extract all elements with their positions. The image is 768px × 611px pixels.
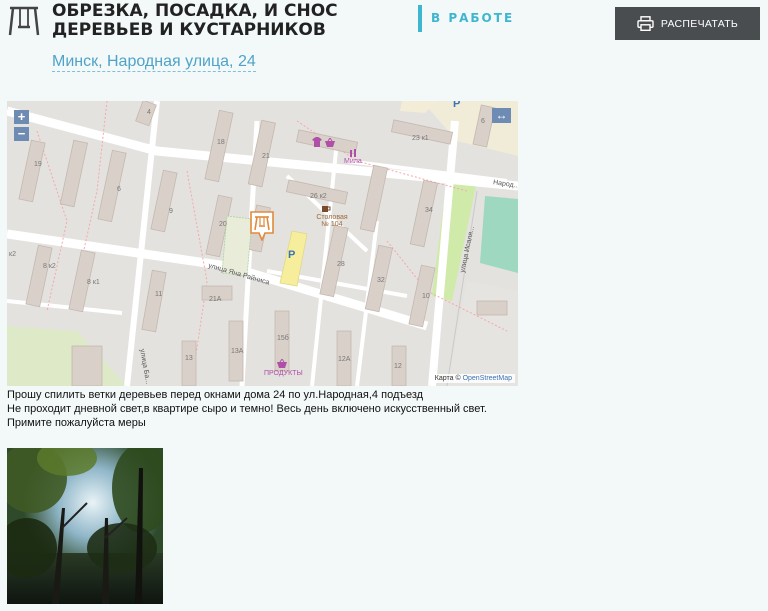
building-label: 28 xyxy=(337,261,345,268)
poi-label: ПРОДУКТЫ xyxy=(264,370,303,377)
expand-map-button[interactable]: ↔ xyxy=(492,108,511,123)
building-label: 13А xyxy=(231,348,244,355)
basket-icon xyxy=(277,359,287,368)
description-line: Не проходит дневной свет,в квартире сыро… xyxy=(7,403,487,429)
building-label: 8 к1 xyxy=(87,279,100,286)
page-title: Обрезка, посадка, и снос деревьев и куст… xyxy=(52,1,338,40)
description-line: Прошу спилить ветки деревьев перед окнам… xyxy=(7,389,424,401)
issue-description: Прошу спилить ветки деревьев перед окнам… xyxy=(7,388,527,430)
photo-thumbnail[interactable] xyxy=(7,448,163,604)
printer-icon xyxy=(637,16,654,31)
building-label: 21 xyxy=(262,153,270,160)
poi-label: Столовая № 104 xyxy=(316,214,348,228)
status-accent-bar xyxy=(418,5,422,32)
zoom-out-button[interactable]: − xyxy=(14,127,29,141)
print-button-label: РАСПЕЧАТАТЬ xyxy=(660,17,739,30)
basket-icon xyxy=(325,138,335,147)
building-label: 34 xyxy=(425,207,433,214)
building-label: 18 xyxy=(217,139,225,146)
parking-icon: P xyxy=(453,101,461,110)
building-label: 26 к2 xyxy=(310,193,327,200)
map-view[interactable]: 4 6 23 к1 19 18 21 26 к2 6 9 20 8 к2 8 к… xyxy=(7,101,518,386)
building-label: 10 xyxy=(422,293,430,300)
building-label: к2 xyxy=(9,251,16,258)
building-label: 21А xyxy=(209,296,222,303)
poi-label: Мила xyxy=(344,158,362,165)
building-label: 8 к2 xyxy=(43,263,56,270)
cosmetics-icon xyxy=(350,149,356,157)
building-label: 6 xyxy=(481,118,485,125)
building-label: 23 к1 xyxy=(412,135,429,142)
attribution-text: Карта © xyxy=(434,375,461,382)
swing-icon xyxy=(8,6,40,36)
building-label: 15б xyxy=(277,335,289,342)
status-badge: В работе xyxy=(431,11,515,25)
building-label: 13 xyxy=(185,355,193,362)
building-label: 9 xyxy=(169,208,173,215)
openstreetmap-link[interactable]: OpenStreetMap xyxy=(463,375,512,382)
address-link[interactable]: Минск, Народная улица, 24 xyxy=(52,52,256,72)
building-label: 6 xyxy=(117,186,121,193)
print-button[interactable]: РАСПЕЧАТАТЬ xyxy=(615,7,760,40)
zoom-in-button[interactable]: + xyxy=(14,110,29,124)
map-attribution: Карта © OpenStreetMap xyxy=(431,374,515,383)
building-label: 11 xyxy=(155,291,163,298)
building-label: 20 xyxy=(219,221,227,228)
map-tiles xyxy=(7,101,518,386)
parking-icon: P xyxy=(288,249,296,261)
building-label: 4 xyxy=(147,109,151,116)
cafe-icon xyxy=(322,206,331,212)
building-label: 12А xyxy=(338,356,351,363)
building-label: 12 xyxy=(394,363,402,370)
shirt-icon xyxy=(312,137,322,147)
building-label: 19 xyxy=(34,161,42,168)
location-marker-icon[interactable] xyxy=(250,211,274,241)
building-label: 32 xyxy=(377,277,385,284)
